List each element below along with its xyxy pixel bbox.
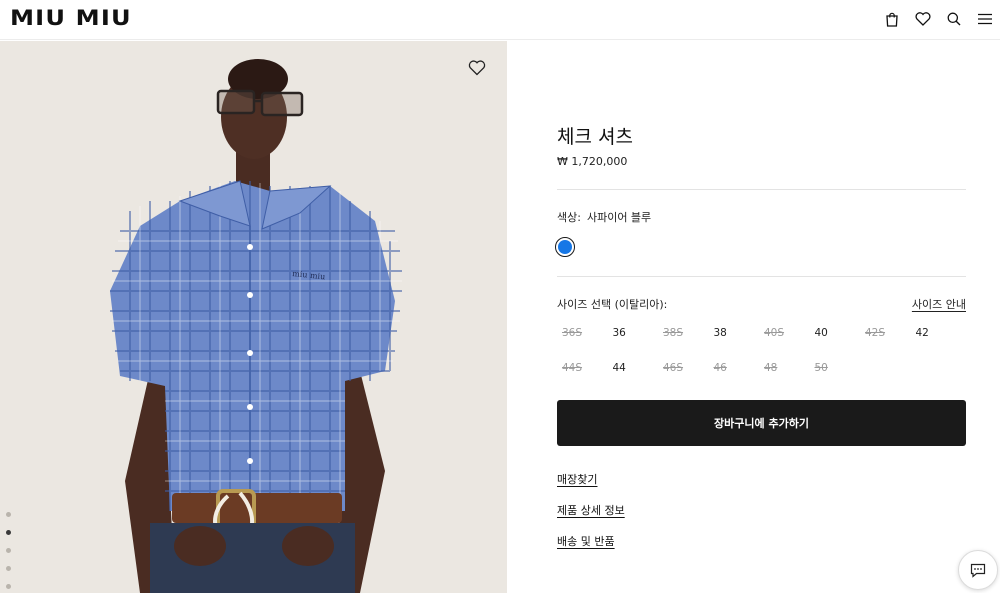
add-to-cart-button[interactable]: 장바구니에 추가하기	[557, 400, 966, 446]
color-row: 색상: 사파이어 블루	[557, 209, 651, 225]
chat-icon	[970, 563, 986, 578]
size-guide-link[interactable]: 사이즈 안내	[912, 296, 966, 312]
swatch-fill	[558, 240, 572, 254]
size-option: 38S	[663, 327, 684, 339]
size-option: 46	[713, 362, 727, 374]
menu-icon[interactable]	[969, 8, 1000, 30]
product-details-link[interactable]: 제품 상세 정보	[557, 502, 625, 518]
color-label: 색상:	[557, 211, 581, 224]
size-option[interactable]: 40	[810, 324, 861, 342]
size-grid: 36S 36 38S 38 40S 40 42S 42 44S 44 46S 46 48 50	[557, 324, 967, 377]
size-option[interactable]: 44	[608, 359, 659, 377]
gallery-dot[interactable]	[6, 584, 11, 589]
product-info-panel: 체크 셔츠 ₩ 1,720,000 색상: 사파이어 블루 사이즈 선택 (이탈리…	[507, 41, 1000, 593]
size-option: 48	[764, 362, 778, 374]
gallery-dot[interactable]	[6, 548, 11, 553]
heart-icon[interactable]	[907, 8, 938, 30]
gallery-dot-active[interactable]	[6, 530, 11, 535]
divider	[557, 276, 966, 277]
brand-logo[interactable]: MIU MIU	[10, 7, 132, 29]
header-icons	[876, 8, 1000, 30]
color-value: 사파이어 블루	[586, 211, 652, 224]
size-option: 50	[814, 362, 828, 374]
size-option[interactable]: 38	[709, 324, 760, 342]
product-price: ₩ 1,720,000	[557, 155, 628, 168]
search-icon[interactable]	[938, 8, 969, 30]
divider	[557, 189, 966, 190]
model-illustration: miu miu	[0, 41, 507, 593]
bag-icon[interactable]	[876, 8, 907, 30]
site-header: MIU MIU	[0, 0, 1000, 40]
size-label: 사이즈 선택 (이탈리아):	[557, 298, 668, 311]
gallery-dot[interactable]	[6, 566, 11, 571]
size-option: 42S	[865, 327, 886, 339]
wishlist-heart-icon[interactable]	[468, 60, 488, 78]
size-option[interactable]: 36	[608, 324, 659, 342]
size-option[interactable]: 42	[911, 324, 962, 342]
chat-button[interactable]	[958, 550, 998, 590]
size-option: 46S	[663, 362, 684, 374]
product-image[interactable]: miu miu	[0, 41, 507, 593]
size-option: 40S	[764, 327, 785, 339]
shipping-returns-link[interactable]: 배송 및 반품	[557, 533, 615, 549]
store-finder-link[interactable]: 매장찾기	[557, 471, 597, 487]
size-option: 44S	[562, 362, 583, 374]
color-swatch-sapphire[interactable]	[555, 237, 575, 257]
gallery-pagination	[6, 512, 11, 593]
product-title: 체크 셔츠	[557, 126, 633, 148]
gallery-dot[interactable]	[6, 512, 11, 517]
size-option: 36S	[562, 327, 583, 339]
